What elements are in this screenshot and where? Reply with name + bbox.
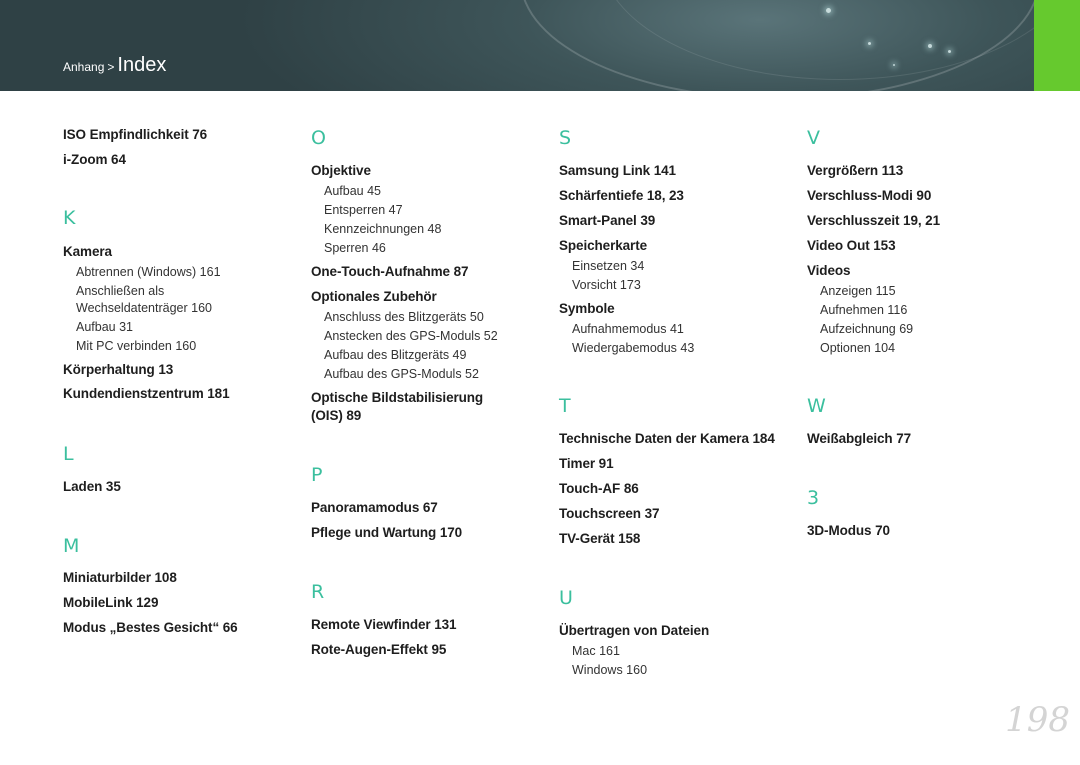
sparkle-decoration	[868, 42, 871, 45]
index-entry[interactable]: Panoramamodus 67	[311, 500, 438, 515]
index-subentry[interactable]: Anstecken des GPS-Moduls 52	[324, 329, 498, 343]
index-subentry[interactable]: Aufzeichnung 69	[820, 322, 913, 336]
index-entry[interactable]: Pflege und Wartung 170	[311, 525, 462, 540]
section-letter: W	[807, 395, 826, 417]
index-subentry[interactable]: Optionen 104	[820, 341, 895, 355]
index-entry[interactable]: Modus „Bestes Gesicht“ 66	[63, 620, 238, 635]
index-entry[interactable]: Kundendienstzentrum 181	[63, 386, 230, 401]
section-letter: M	[63, 535, 80, 557]
section-letter: P	[311, 464, 323, 486]
breadcrumb: Anhang > Index	[63, 54, 166, 77]
breadcrumb-separator: >	[107, 60, 115, 74]
index-entry[interactable]: Videos	[807, 263, 851, 278]
index-entry[interactable]: Touch-AF 86	[559, 481, 639, 496]
index-entry[interactable]: Smart-Panel 39	[559, 213, 655, 228]
index-entry[interactable]: Verschlusszeit 19, 21	[807, 213, 940, 228]
page-number: 198	[1005, 700, 1070, 740]
index-entry[interactable]: Schärfentiefe 18, 23	[559, 188, 684, 203]
index-subentry[interactable]: Kennzeichnungen 48	[324, 222, 441, 236]
sparkle-decoration	[826, 8, 831, 13]
section-letter: K	[63, 207, 76, 229]
index-subentry[interactable]: Anschluss des Blitzgeräts 50	[324, 310, 484, 324]
index-subentry[interactable]: Mit PC verbinden 160	[76, 339, 196, 353]
index-subentry[interactable]: Windows 160	[572, 663, 647, 677]
index-entry[interactable]: Vergrößern 113	[807, 163, 903, 178]
index-subentry[interactable]: Einsetzen 34	[572, 259, 644, 273]
index-entry[interactable]: Objektive	[311, 163, 371, 178]
index-subentry[interactable]: Aufbau 31	[76, 320, 133, 334]
breadcrumb-parent[interactable]: Anhang	[63, 60, 104, 74]
index-subentry[interactable]: Anzeigen 115	[820, 284, 896, 298]
index-entry[interactable]: Körperhaltung 13	[63, 362, 173, 377]
index-subentry[interactable]: Entsperren 47	[324, 203, 403, 217]
section-letter: O	[311, 127, 326, 149]
sparkle-decoration	[928, 44, 932, 48]
index-entry[interactable]: Symbole	[559, 301, 615, 316]
index-subentry[interactable]: Anschließen als	[76, 284, 164, 298]
index-subentry[interactable]: Mac 161	[572, 644, 620, 658]
index-entry[interactable]: (OIS) 89	[311, 408, 361, 423]
index-subentry[interactable]: Sperren 46	[324, 241, 386, 255]
index-entry[interactable]: Touchscreen 37	[559, 506, 660, 521]
section-letter: S	[559, 127, 572, 149]
index-subentry[interactable]: Aufnahmemodus 41	[572, 322, 684, 336]
index-entry[interactable]: i-Zoom 64	[63, 152, 126, 167]
index-entry[interactable]: Video Out 153	[807, 238, 896, 253]
section-letter: V	[807, 127, 820, 149]
index-subentry[interactable]: Aufbau des Blitzgeräts 49	[324, 348, 466, 362]
section-letter: 3	[807, 487, 820, 509]
index-subentry[interactable]: Vorsicht 173	[572, 278, 641, 292]
section-letter: R	[311, 581, 325, 603]
section-letter: T	[559, 395, 571, 417]
index-entry[interactable]: Miniaturbilder 108	[63, 570, 177, 585]
index-entry[interactable]: Optische Bildstabilisierung	[311, 390, 483, 405]
section-letter: U	[559, 587, 573, 609]
index-entry[interactable]: 3D-Modus 70	[807, 523, 890, 538]
index-entry[interactable]: ISO Empfindlichkeit 76	[63, 127, 207, 142]
index-entry[interactable]: Remote Viewfinder 131	[311, 617, 457, 632]
index-subentry[interactable]: Wechseldatenträger 160	[76, 301, 212, 315]
index-entry[interactable]: Kamera	[63, 244, 112, 259]
index-entry[interactable]: Samsung Link 141	[559, 163, 676, 178]
index-subentry[interactable]: Aufnehmen 116	[820, 303, 907, 317]
index-entry[interactable]: Übertragen von Dateien	[559, 623, 709, 638]
section-letter: L	[63, 443, 74, 465]
sparkle-decoration	[893, 64, 895, 66]
page-title: Index	[117, 54, 167, 76]
index-entry[interactable]: Rote-Augen-Effekt 95	[311, 642, 446, 657]
index-subentry[interactable]: Aufbau 45	[324, 184, 381, 198]
index-entry[interactable]: Timer 91	[559, 456, 614, 471]
sparkle-decoration	[948, 50, 951, 53]
index-entry[interactable]: Technische Daten der Kamera 184	[559, 431, 775, 446]
index-entry[interactable]: Weißabgleich 77	[807, 431, 911, 446]
index-entry[interactable]: Verschluss-Modi 90	[807, 188, 931, 203]
index-entry[interactable]: One-Touch-Aufnahme 87	[311, 264, 469, 279]
index-entry[interactable]: Speicherkarte	[559, 238, 647, 253]
index-subentry[interactable]: Aufbau des GPS-Moduls 52	[324, 367, 479, 381]
index-entry[interactable]: MobileLink 129	[63, 595, 158, 610]
index-subentry[interactable]: Abtrennen (Windows) 161	[76, 265, 221, 279]
index-entry[interactable]: Laden 35	[63, 479, 121, 494]
index-entry[interactable]: Optionales Zubehör	[311, 289, 437, 304]
chapter-tab	[1034, 0, 1080, 91]
index-entry[interactable]: TV-Gerät 158	[559, 531, 640, 546]
index-subentry[interactable]: Wiedergabemodus 43	[572, 341, 694, 355]
page-header: Anhang > Index	[0, 0, 1080, 91]
